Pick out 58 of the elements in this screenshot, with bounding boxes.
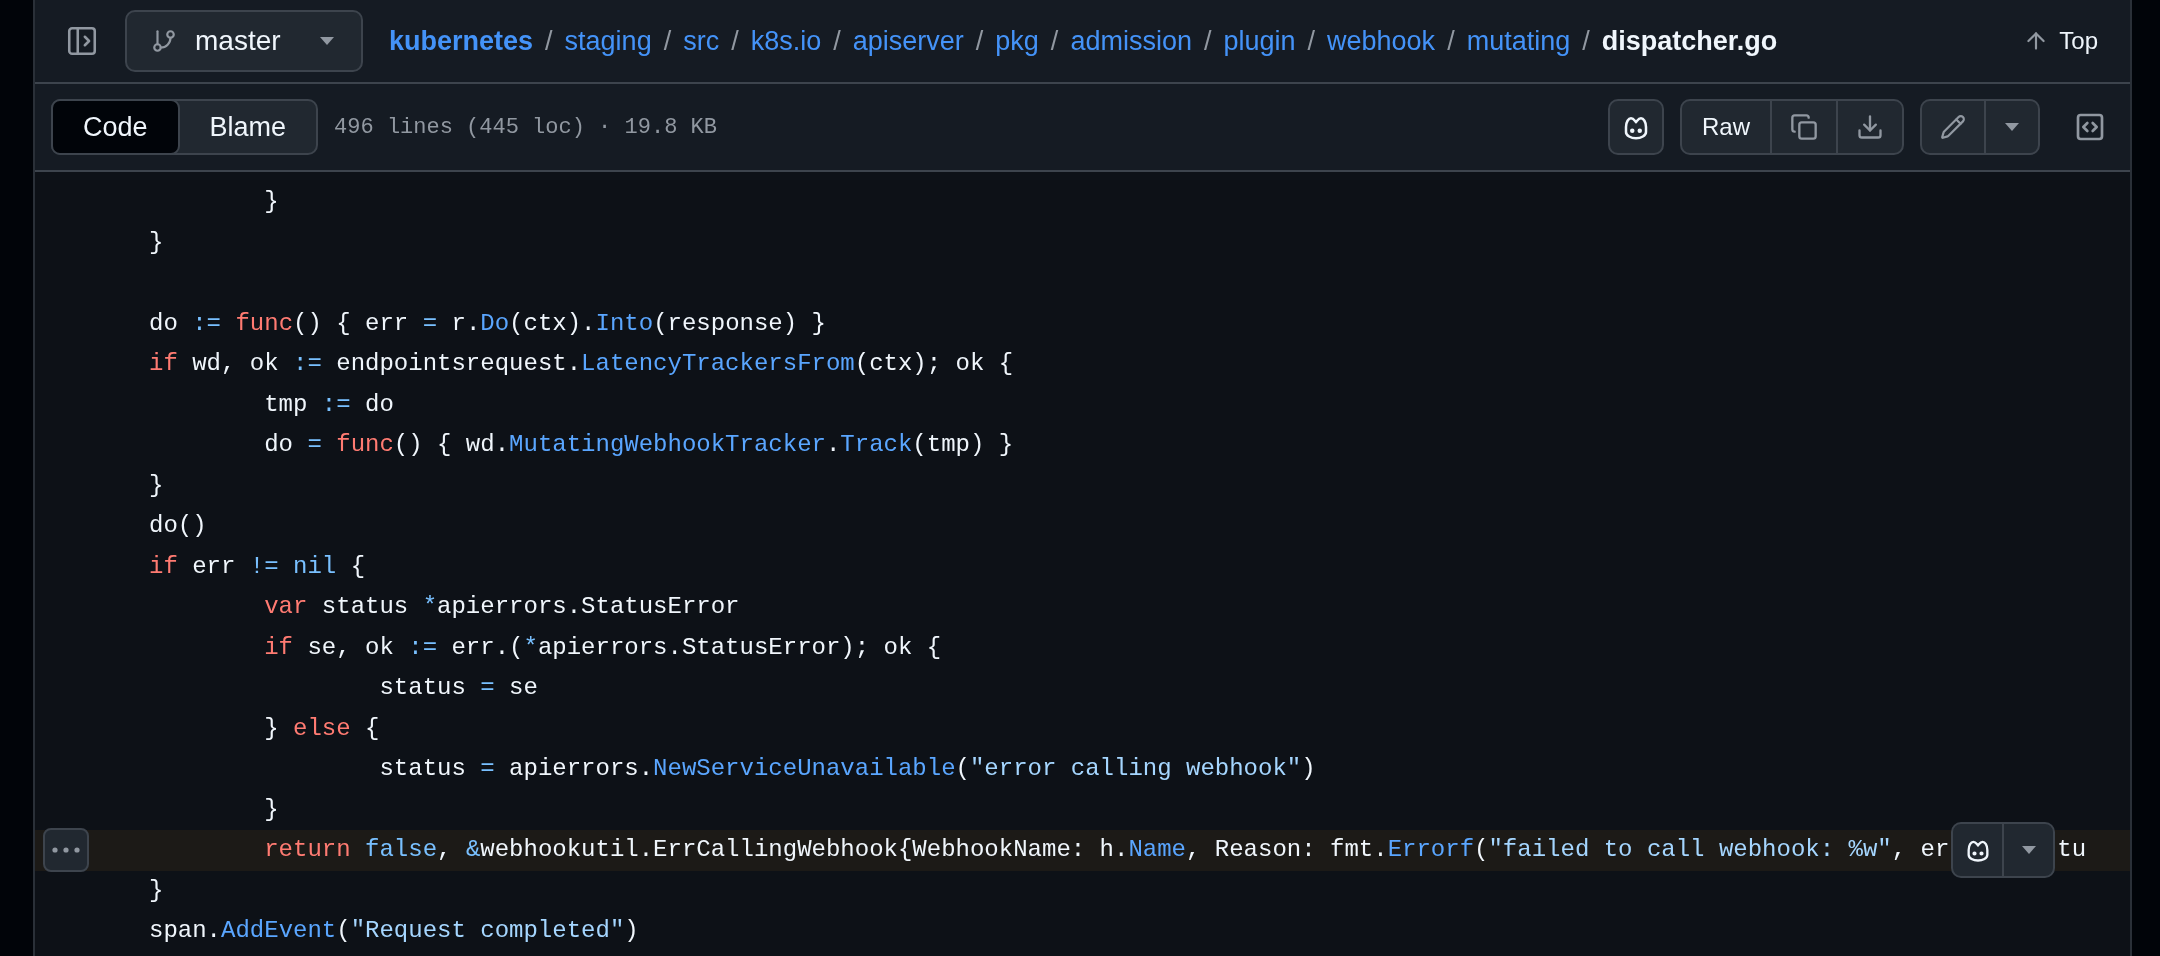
code-line: } <box>149 470 164 501</box>
code-line: span.AddEvent("Request completed") <box>149 916 639 946</box>
pencil-icon <box>1940 114 1966 140</box>
breadcrumb-separator: / <box>1203 25 1212 57</box>
breadcrumb-link[interactable]: k8s.io <box>750 25 822 57</box>
file-info: 496 lines (445 loc) · 19.8 KB <box>334 114 718 140</box>
breadcrumb-separator: / <box>1050 25 1059 57</box>
breadcrumb-link[interactable]: plugin <box>1223 25 1296 57</box>
breadcrumb-link[interactable]: pkg <box>995 25 1039 57</box>
caret-icon <box>319 36 335 46</box>
code-line: tu <box>2057 835 2087 865</box>
code-line: } <box>149 875 164 906</box>
branch-selector[interactable]: master <box>125 10 363 72</box>
bot-button[interactable] <box>1608 99 1664 155</box>
code-line: do() <box>149 511 207 541</box>
code-line: if err != nil { <box>149 551 366 582</box>
code-icon <box>2074 111 2106 143</box>
view-tab[interactable]: Code <box>51 99 180 155</box>
code-line: } else { <box>263 713 380 744</box>
code-line: tmp := do <box>263 389 394 420</box>
code-line: if se, ok := err.(*apierrors.StatusError); ok { <box>263 632 942 663</box>
breadcrumb-link[interactable]: admission <box>1070 25 1192 57</box>
sidebar-icon <box>65 24 99 58</box>
copy-icon <box>1790 113 1818 141</box>
breadcrumb-link[interactable]: src <box>683 25 720 57</box>
breadcrumb-link[interactable]: webhook <box>1327 25 1436 57</box>
breadcrumb-separator: / <box>663 25 672 57</box>
breadcrumb-separator: / <box>1582 25 1590 57</box>
download-icon <box>1856 113 1884 141</box>
code-line: status = se <box>378 673 538 703</box>
code-line: if wd, ok := endpointsrequest.LatencyTrackersFrom(ctx); ok { <box>149 349 1014 379</box>
file-name: dispatcher.go <box>1601 25 1778 57</box>
code-line: var status *apierrors.StatusError <box>263 592 740 622</box>
breadcrumb-link[interactable]: apiserver <box>852 25 964 57</box>
code-line: } <box>149 227 164 258</box>
breadcrumb-separator: / <box>731 25 739 57</box>
code-line: status = apierrors.NewServiceUnavailable("error calling webhook") <box>378 754 1316 784</box>
caret-icon <box>2004 122 2020 132</box>
code-line: do := func() { err = r.Do(ctx).Into(response) } <box>149 308 826 339</box>
breadcrumb-separator: / <box>1447 25 1455 57</box>
line-options-button[interactable] <box>43 828 89 872</box>
breadcrumb-separator: / <box>975 25 984 57</box>
breadcrumb-link[interactable]: kubernetes <box>389 25 534 57</box>
breadcrumb-separator: / <box>833 25 841 57</box>
breadcrumb-link[interactable]: staging <box>564 25 652 57</box>
dots-icon <box>52 847 80 853</box>
breadcrumb-link[interactable]: mutating <box>1466 25 1571 57</box>
branch-icon <box>151 28 177 54</box>
caret-icon <box>2020 845 2037 856</box>
code-line: } <box>263 794 279 825</box>
sidebar-toggle-button[interactable] <box>65 24 99 58</box>
breadcrumb-separator: / <box>545 25 553 57</box>
code-line: return false, &webhookutil.ErrCallingWebhook{WebhookName: h.Name, Reason: fmt.Errorf("failed to call webhook: %w", er <box>263 835 1950 865</box>
code-line: } <box>263 187 279 217</box>
view-tab[interactable]: Blame <box>177 99 319 155</box>
breadcrumb-separator: / <box>1307 25 1316 57</box>
code-line: do = func() { wd.MutatingWebhookTracker.Track(tmp) } <box>263 430 1014 460</box>
top-link[interactable]: Top <box>2023 27 2098 55</box>
